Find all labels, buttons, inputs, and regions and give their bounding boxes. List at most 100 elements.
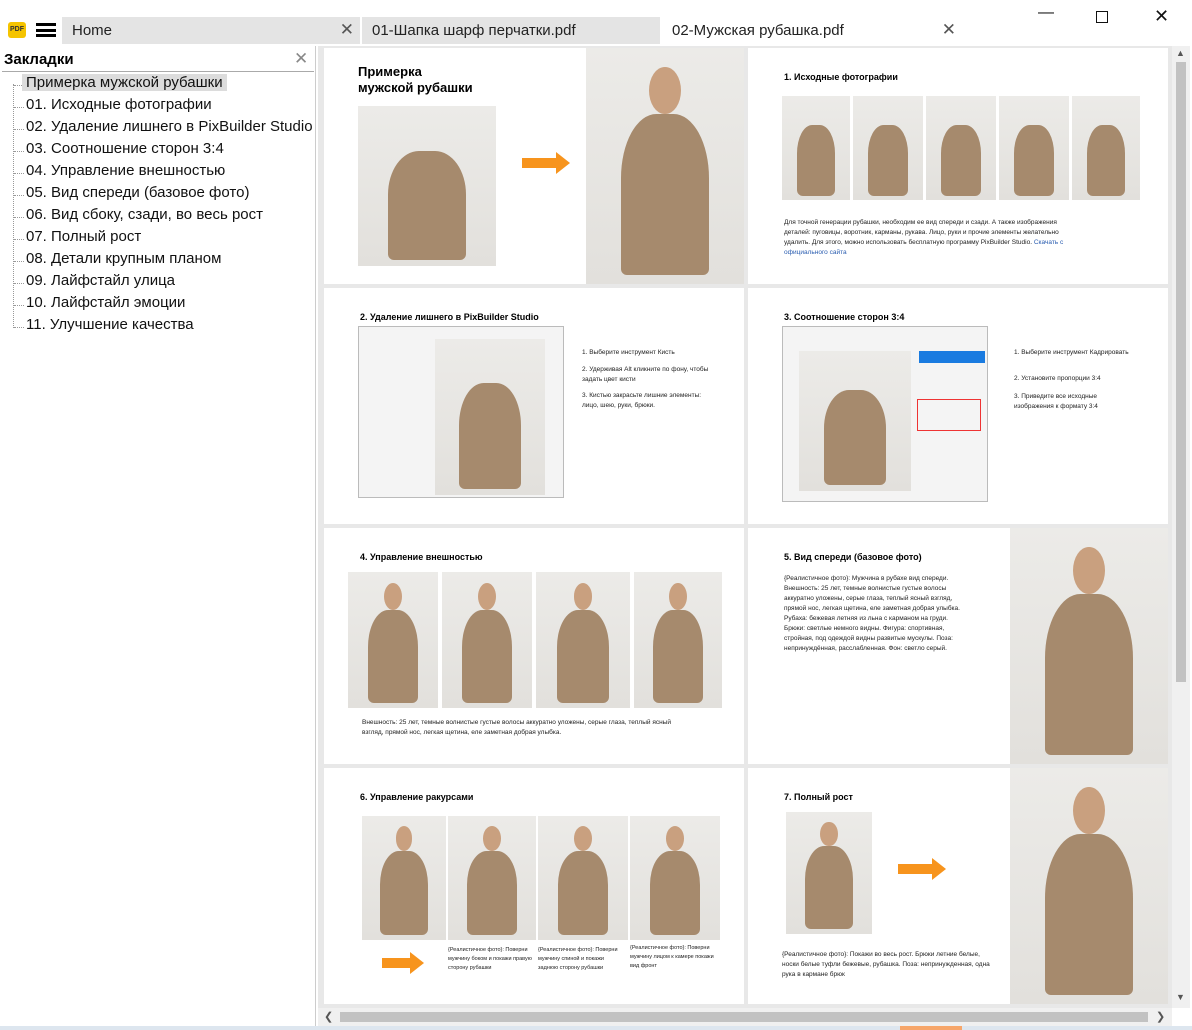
bookmark-item[interactable]: 09. Лайфстайл улица (26, 272, 175, 289)
bookmark-item[interactable]: Примерка мужской рубашки (22, 74, 227, 91)
bookmarks-title: Закладки (4, 51, 74, 68)
photo (362, 816, 446, 940)
page-heading: 4. Управление внешностью (360, 552, 483, 562)
tree-connector (14, 239, 24, 240)
model-photo (586, 48, 744, 284)
scroll-down-icon[interactable]: ▼ (1176, 992, 1185, 1002)
bookmark-item[interactable]: 03. Соотношение сторон 3:4 (26, 140, 224, 157)
photo (782, 96, 850, 200)
step: 3. Приведите все исходные изображения к … (1014, 393, 1098, 410)
tree-connector (14, 129, 24, 130)
page-front-view: 5. Вид спереди (базовое фото) {Реалистич… (748, 528, 1168, 764)
shirt-photo (358, 106, 496, 266)
description: {Реалистичное фото}: Покажи во весь рост… (782, 951, 990, 978)
step: 1. Выберите инструмент Кадрировать (1014, 349, 1129, 356)
description: Для точной генерации рубашки, необходим … (784, 219, 1059, 246)
step: 1. Выберите инструмент Кисть (582, 349, 675, 356)
arrow-icon (522, 152, 570, 174)
photo (999, 96, 1069, 200)
tab-home[interactable]: Home ✕ (62, 17, 360, 44)
bookmark-item[interactable]: 06. Вид сбоку, сзади, во весь рост (26, 206, 263, 223)
tree-connector (14, 195, 24, 196)
maximize-button[interactable] (1096, 11, 1108, 23)
close-icon[interactable]: ✕ (340, 20, 354, 40)
document-view: Примерка мужской рубашки 1. Исходные фото… (318, 46, 1172, 1008)
description: Внешность: 25 лет, темные волнистые густ… (362, 719, 671, 736)
caption: {Реалистичное фото}: Поверни мужчину лиц… (630, 945, 714, 969)
app-logo-icon: PDF (8, 22, 26, 38)
page-full-height: 7. Полный рост {Реалистичное фото}: Пока… (748, 768, 1168, 1004)
tree-connector (14, 261, 24, 262)
tree-line (13, 84, 14, 328)
step: 3. Кистью закрасьте лишние элементы: лиц… (582, 392, 702, 409)
page-pixbuilder: 2. Удаление лишнего в PixBuilder Studio … (324, 288, 744, 524)
page-appearance: 4. Управление внешностью Внешность: 25 л… (324, 528, 744, 764)
vertical-scrollbar[interactable]: ▲ ▼ (1172, 46, 1190, 1008)
bookmark-item[interactable]: 01. Исходные фотографии (26, 96, 212, 113)
scroll-up-icon[interactable]: ▲ (1176, 48, 1185, 58)
model-photo (1010, 768, 1168, 1004)
title-bar: PDF Home ✕ 01-Шапка шарф перчатки.pdf 02-… (0, 0, 1192, 46)
page-heading: 1. Исходные фотографии (784, 72, 898, 82)
title-line: мужской рубашки (358, 80, 473, 95)
tree-connector (14, 327, 24, 328)
bookmark-item[interactable]: 04. Управление внешностью (26, 162, 225, 179)
photo (630, 816, 720, 940)
scroll-thumb[interactable] (340, 1012, 1148, 1022)
page-heading: 6. Управление ракурсами (360, 792, 474, 802)
bookmark-item[interactable]: 10. Лайфстайл эмоции (26, 294, 185, 311)
model-photo (1010, 528, 1168, 764)
tab-label: 01-Шапка шарф перчатки.pdf (372, 22, 576, 39)
page-angles: 6. Управление ракурсами {Реалистичное фо… (324, 768, 744, 1004)
bookmark-item[interactable]: 02. Удаление лишнего в PixBuilder Studio (26, 118, 313, 135)
step: 2. Установите пропорции 3:4 (1014, 375, 1101, 382)
menu-icon[interactable] (36, 23, 56, 37)
page-source-photos: 1. Исходные фотографии Для точной генера… (748, 48, 1168, 284)
arrow-icon (898, 858, 946, 880)
tree-connector (14, 107, 24, 108)
bookmark-item[interactable]: 08. Детали крупным планом (26, 250, 221, 267)
tab-pdf-1[interactable]: 01-Шапка шарф перчатки.pdf (362, 17, 660, 44)
scroll-right-icon[interactable]: ❯ (1156, 1010, 1165, 1023)
bookmark-item[interactable]: 07. Полный рост (26, 228, 141, 245)
bookmark-item[interactable]: 11. Улучшение качества (26, 316, 194, 333)
page-heading: 7. Полный рост (784, 792, 853, 802)
tree-connector (14, 217, 24, 218)
page-title: Примерка мужской рубашки (324, 48, 744, 284)
close-icon[interactable]: ✕ (942, 20, 956, 40)
tree-connector (14, 151, 24, 152)
scroll-left-icon[interactable]: ❮ (324, 1010, 333, 1023)
minimize-button[interactable]: — (1038, 4, 1054, 22)
tab-pdf-2[interactable]: 02-Мужская рубашка.pdf ✕ (662, 17, 960, 44)
close-bookmarks-icon[interactable]: ✕ (294, 49, 308, 69)
photo (448, 816, 536, 940)
photo (536, 572, 630, 708)
title-line: Примерка (358, 64, 422, 79)
divider (2, 71, 314, 72)
step: 2. Удерживая Alt кликните по фону, чтобы… (582, 366, 709, 383)
description: {Реалистичное фото}: Мужчина в рубахе ви… (784, 575, 960, 652)
photo (853, 96, 923, 200)
caption: {Реалистичное фото}: Поверни мужчину спи… (538, 947, 618, 971)
photo (786, 812, 872, 934)
screenshot (782, 326, 988, 502)
bookmark-item[interactable]: 05. Вид спереди (базовое фото) (26, 184, 249, 201)
tab-label: 02-Мужская рубашка.pdf (672, 22, 844, 39)
tree-connector (14, 283, 24, 284)
page-heading: 2. Удаление лишнего в PixBuilder Studio (360, 312, 539, 322)
photo (348, 572, 438, 708)
page-aspect-ratio: 3. Соотношение сторон 3:4 1. Выберите ин… (748, 288, 1168, 524)
scroll-thumb[interactable] (1176, 62, 1186, 682)
page-heading: 5. Вид спереди (базовое фото) (784, 552, 922, 562)
tree-connector (14, 305, 24, 306)
page-heading: 3. Соотношение сторон 3:4 (784, 312, 905, 322)
photo (634, 572, 722, 708)
taskbar-strip (0, 1026, 1192, 1030)
tab-label: Home (72, 22, 113, 39)
photo (926, 96, 996, 200)
photo (1072, 96, 1140, 200)
close-window-button[interactable]: ✕ (1154, 6, 1169, 27)
photo (442, 572, 532, 708)
doc-title: Примерка мужской рубашки (358, 64, 473, 96)
horizontal-scrollbar[interactable]: ❮ ❯ (318, 1008, 1172, 1026)
